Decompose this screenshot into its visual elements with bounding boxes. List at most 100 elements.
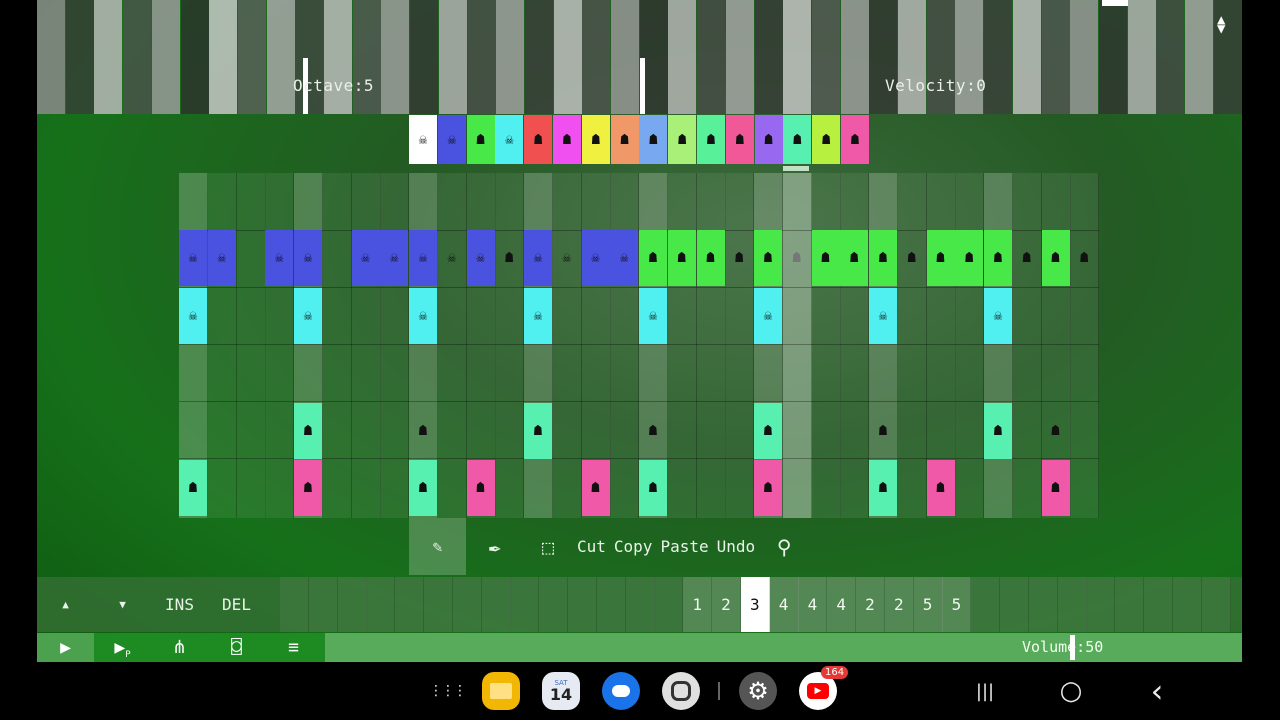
files-app[interactable] [482, 672, 520, 710]
pattern-slot[interactable] [1144, 577, 1173, 632]
pattern-slot[interactable]: 3 [740, 577, 770, 632]
pattern-slot[interactable] [1028, 577, 1058, 632]
select-tool-button[interactable]: ⬚ [523, 518, 573, 575]
pattern-slot[interactable] [971, 577, 1001, 632]
pattern-slot[interactable]: 5 [942, 577, 972, 632]
note-cell[interactable]: ☠ [524, 287, 552, 344]
instrument-swatch[interactable]: ☗ [524, 115, 553, 164]
menu-button[interactable]: ≡ [265, 633, 322, 662]
pattern-slot[interactable] [337, 577, 367, 632]
pattern-slot[interactable] [308, 577, 338, 632]
pattern-slot[interactable] [1201, 577, 1231, 632]
piano-key[interactable] [611, 0, 639, 114]
piano-key[interactable] [266, 0, 295, 114]
instrument-swatch[interactable]: ☗ [841, 115, 869, 164]
note-cell[interactable]: ☗ [294, 402, 322, 459]
note-cell[interactable]: ☗ [984, 230, 1012, 286]
pattern-slot[interactable] [1057, 577, 1087, 632]
note-cell[interactable]: ☗ [1042, 403, 1070, 459]
piano-key[interactable] [955, 0, 984, 114]
piano-key[interactable] [324, 0, 352, 114]
play-button[interactable]: ▶ [37, 633, 94, 662]
tv-button[interactable]: ⌼ [208, 633, 265, 662]
piano-key[interactable] [180, 0, 209, 114]
note-cell[interactable]: ☠ [380, 230, 409, 286]
paste-button[interactable]: Paste [656, 518, 712, 575]
note-cell[interactable]: ☠ [438, 230, 466, 286]
note-cell[interactable]: ☗ [409, 403, 437, 459]
pattern-slot[interactable] [1000, 577, 1029, 632]
note-grid[interactable]: ☠ ☠ ☠ ☠ ☠ ☠ ☠ ☠ ☠ ☗ ☠ ☠ ☠ ☠ ☗ ☗ ☗ ☗ ☗ ☗ ☗ ☗ ☗ ☗ ☗ ☗ ☗ ☗ ☗ ☗ ☠ ☠ ☠ ☠ ☠ ☠ ☠ ☠ ☗ ☗… [179, 173, 1100, 518]
delete-button[interactable]: DEL [208, 577, 265, 632]
note-cell[interactable]: ☠ [179, 287, 207, 344]
pattern-slot[interactable]: 4 [769, 577, 799, 632]
pattern-slot[interactable]: 2 [712, 577, 741, 632]
piano-key[interactable] [1012, 0, 1041, 114]
instrument-swatch[interactable]: ☗ [783, 115, 812, 164]
pattern-slot[interactable] [366, 577, 396, 632]
note-cell[interactable]: ☠ [639, 287, 667, 344]
pattern-slot[interactable] [452, 577, 482, 632]
note-cell[interactable]: ☗ [926, 230, 955, 286]
piano-key[interactable] [295, 0, 324, 114]
note-cell[interactable]: ☗ [811, 230, 840, 286]
note-cell[interactable]: ☠ [869, 287, 897, 344]
youtube-app[interactable]: ▶ 164 [799, 666, 849, 710]
instrument-swatch[interactable]: ☗ [812, 115, 841, 164]
pattern-slot[interactable]: 5 [913, 577, 943, 632]
pattern-slot[interactable]: 4 [827, 577, 857, 632]
pencil-tool-button[interactable]: ✎ [409, 518, 466, 575]
piano-key[interactable] [553, 0, 582, 114]
note-cell[interactable]: ☠ [754, 287, 782, 344]
instrument-swatch[interactable]: ☗ [668, 115, 697, 164]
note-cell[interactable]: ☠ [179, 230, 207, 286]
piano-key[interactable] [410, 0, 439, 114]
back-button[interactable]: ‹ [1140, 672, 1174, 710]
messages-app[interactable] [602, 672, 640, 710]
note-cell[interactable]: ☗ [1041, 460, 1070, 516]
instrument-swatch[interactable]: ☗ [581, 115, 610, 164]
note-cell[interactable]: ☗ [783, 230, 811, 286]
note-cell[interactable]: ☠ [466, 230, 495, 286]
instrument-swatch[interactable]: ☗ [725, 115, 754, 164]
note-cell[interactable]: ☗ [984, 402, 1012, 459]
pattern-slot[interactable] [1115, 577, 1145, 632]
pattern-slot[interactable] [596, 577, 626, 632]
piano-key[interactable] [668, 0, 697, 114]
settings-app[interactable]: ⚙ [739, 672, 777, 710]
instrument-swatch[interactable]: ☗ [610, 115, 639, 164]
note-cell[interactable]: ☗ [754, 402, 782, 459]
piano-key[interactable] [1070, 0, 1099, 114]
piano-key[interactable] [123, 0, 152, 114]
move-down-button[interactable]: ▼ [94, 577, 151, 632]
cut-button[interactable]: Cut [573, 518, 610, 575]
note-cell[interactable]: ☗ [1070, 230, 1098, 286]
note-cell[interactable]: ☗ [667, 230, 696, 286]
zoom-button[interactable]: ⚲ [759, 518, 809, 575]
piano-key[interactable] [352, 0, 381, 114]
pattern-slot[interactable]: 4 [798, 577, 828, 632]
note-cell[interactable]: ☗ [926, 460, 955, 516]
note-cell[interactable]: ☠ [553, 230, 581, 286]
note-cell[interactable]: ☗ [754, 460, 782, 516]
pattern-slot[interactable] [510, 577, 540, 632]
piano-key[interactable] [1098, 0, 1127, 114]
undo-button[interactable]: Undo [713, 518, 760, 575]
note-cell[interactable]: ☗ [294, 460, 322, 516]
note-cell[interactable]: ☠ [581, 230, 610, 286]
piano-key[interactable] [783, 0, 812, 114]
piano-key[interactable] [984, 0, 1013, 114]
instrument-swatch[interactable]: ☗ [553, 115, 581, 164]
piano-key[interactable] [869, 0, 898, 114]
note-cell[interactable]: ☠ [409, 230, 437, 286]
piano-key[interactable] [151, 0, 180, 114]
instrument-swatch[interactable]: ☠ [409, 115, 437, 164]
piano-key[interactable] [1156, 0, 1185, 114]
note-cell[interactable]: ☗ [869, 230, 897, 286]
piano-key[interactable] [94, 0, 123, 114]
pattern-slot[interactable] [1172, 577, 1202, 632]
note-cell[interactable]: ☗ [639, 460, 667, 516]
note-cell[interactable]: ☗ [639, 403, 667, 459]
pattern-slot[interactable] [481, 577, 511, 632]
note-cell[interactable]: ☠ [409, 287, 437, 344]
